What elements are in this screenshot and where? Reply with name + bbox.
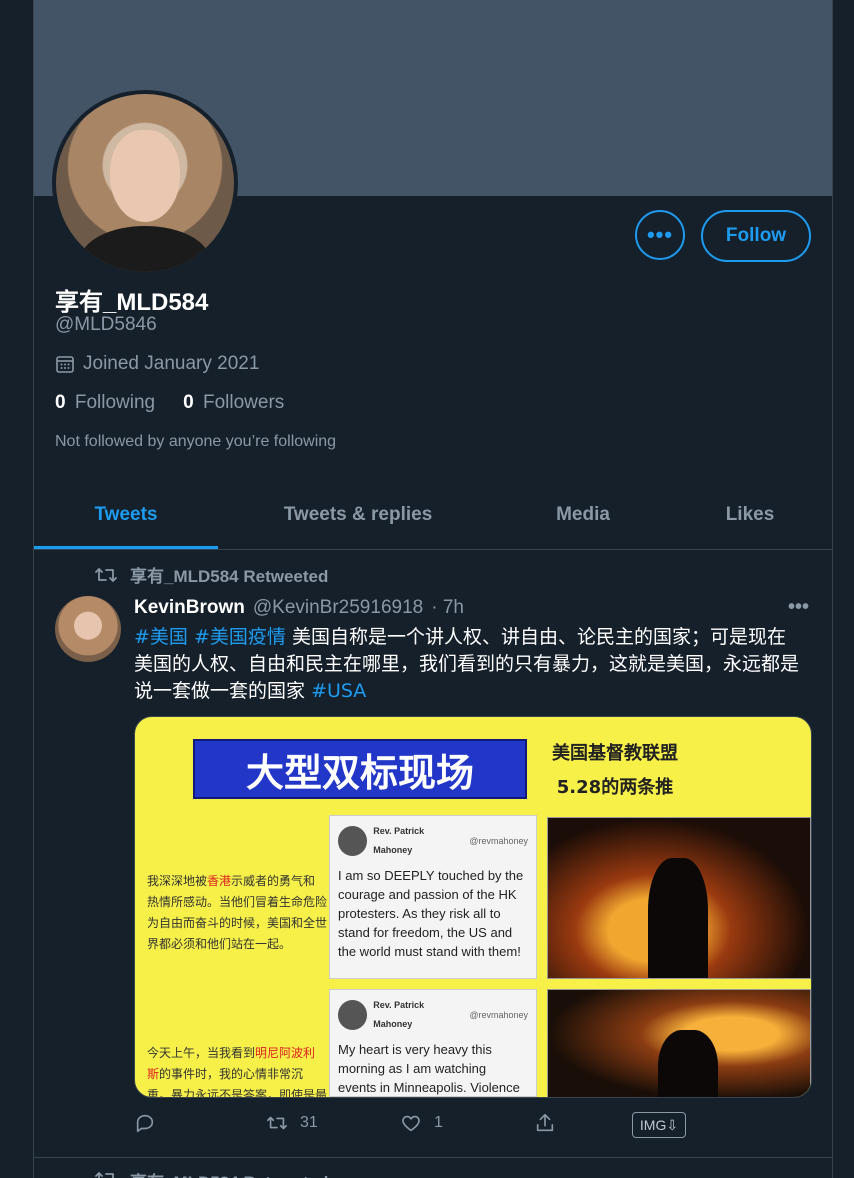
like-button[interactable]: 1 xyxy=(400,1112,443,1134)
profile-column: ••• Follow 享有_MLD584 @MLD5846 Joined Jan… xyxy=(33,0,833,1178)
following-count: 0 xyxy=(55,392,66,413)
retweet-context-text: 享有_MLD584 Retweeted xyxy=(130,567,329,586)
media-photo-silhouette xyxy=(658,1030,718,1097)
media-text-highlight: 香港 xyxy=(207,874,232,888)
profile-handle: @MLD5846 xyxy=(55,314,157,335)
followers-count: 0 xyxy=(183,392,194,413)
tab-tweets-replies[interactable]: Tweets & replies xyxy=(218,480,498,549)
media-quoted-text: My heart is very heavy this morning as I… xyxy=(338,1042,520,1095)
download-image-button[interactable]: IMG⇩ xyxy=(632,1112,686,1138)
profile-display-name: 享有_MLD584 xyxy=(55,289,209,316)
media-left-text: 今天上午，当我看到明尼阿波利斯的事件时，我的心情非常沉重。暴力永远不是答案，即使… xyxy=(147,1043,328,1098)
hashtag-link[interactable]: #美国 xyxy=(134,626,188,648)
profile-avatar-image xyxy=(56,94,234,272)
media-left-text: 我深深地被香港示威者的勇气和热情所感动。当他们冒着生命危险为自由而奋斗的时候，美… xyxy=(147,871,327,955)
retweet-button[interactable]: 31 xyxy=(266,1112,318,1134)
media-photo-fire xyxy=(547,989,811,1097)
reply-button[interactable] xyxy=(134,1112,156,1134)
media-quoted-handle: @revmahoney xyxy=(469,1009,528,1020)
profile-tabs: Tweets Tweets & replies Media Likes xyxy=(34,480,832,550)
media-quoted-handle: @revmahoney xyxy=(469,835,528,846)
tweet-author-avatar[interactable] xyxy=(55,596,121,662)
media-heading: 美国基督教联盟 5.28的两条推 xyxy=(550,737,680,805)
tweet-time[interactable]: · 7h xyxy=(431,597,464,619)
next-retweet-text: 享有_MLD584 Retweeted xyxy=(130,1168,328,1178)
heart-icon xyxy=(402,1115,420,1132)
tweet-author-handle[interactable]: @KevinBr25916918 xyxy=(253,597,423,619)
avatar-shoulders xyxy=(80,226,210,272)
media-banner-title: 大型双标现场 xyxy=(193,739,527,799)
follow-button[interactable]: Follow xyxy=(701,210,811,262)
tweet-media-image[interactable]: 大型双标现场 美国基督教联盟 5.28的两条推 我深深地被香港示威者的勇气和热情… xyxy=(134,716,812,1098)
tweet-divider xyxy=(34,1157,832,1158)
followers-link[interactable]: 0 Followers xyxy=(183,392,284,414)
avatar-face xyxy=(110,130,180,222)
reply-icon xyxy=(136,1114,154,1133)
joined-text: Joined January 2021 xyxy=(83,353,260,374)
active-tab-indicator xyxy=(34,546,218,549)
media-quoted-tweet: Rev. Patrick Mahoney @revmahoney I am so… xyxy=(329,815,537,979)
tab-likes[interactable]: Likes xyxy=(668,480,832,549)
media-quoted-name: Rev. Patrick Mahoney xyxy=(373,1000,425,1029)
retweet-context[interactable]: 享有_MLD584 Retweeted xyxy=(94,562,328,587)
media-quoted-name: Rev. Patrick Mahoney xyxy=(373,826,425,855)
media-quoted-tweet: Rev. Patrick Mahoney @revmahoney My hear… xyxy=(329,989,537,1097)
follow-stats: 0 Following 0 Followers xyxy=(55,392,284,414)
media-text: 的事件时，我的心情非常沉重。暴力永远不是答案，即使是最可怕的 xyxy=(147,1067,328,1098)
hashtag-link[interactable]: #USA xyxy=(311,680,366,702)
calendar-icon xyxy=(56,356,74,373)
more-options-button[interactable]: ••• xyxy=(635,210,685,260)
media-heading-line: 5.28的两条推 xyxy=(556,777,674,798)
share-icon xyxy=(536,1113,554,1132)
retweet-icon xyxy=(267,1116,287,1130)
share-button[interactable] xyxy=(534,1112,556,1134)
joined-date: Joined January 2021 xyxy=(55,353,259,375)
like-count: 1 xyxy=(434,1114,443,1131)
media-heading-line: 美国基督教联盟 xyxy=(552,743,678,764)
media-text: 今天上午，当我看到 xyxy=(147,1046,256,1060)
hashtag-link[interactable]: #美国疫情 xyxy=(194,626,286,648)
followers-label: Followers xyxy=(202,392,285,413)
profile-avatar[interactable] xyxy=(52,90,238,276)
following-link[interactable]: 0 Following xyxy=(55,392,155,414)
tweet-text: #美国 #美国疫情 美国自称是一个讲人权、讲自由、论民主的国家；可是现在美国的人… xyxy=(134,624,804,705)
media-quoted-text: I am so DEEPLY touched by the courage an… xyxy=(338,868,524,959)
tweet-more-button[interactable]: ••• xyxy=(788,596,809,619)
tweet-actions: 31 1 IMG⇩ xyxy=(134,1112,794,1142)
media-quoted-author: Rev. Patrick Mahoney @revmahoney xyxy=(338,822,528,860)
retweet-icon xyxy=(95,1172,114,1178)
media-photo-silhouette xyxy=(648,858,708,978)
following-label: Following xyxy=(74,392,156,413)
retweet-count: 31 xyxy=(300,1114,318,1131)
media-quoted-author: Rev. Patrick Mahoney @revmahoney xyxy=(338,996,528,1034)
media-quoted-avatar xyxy=(338,826,368,856)
media-text: 我深深地被 xyxy=(147,874,208,888)
tab-media[interactable]: Media xyxy=(498,480,668,549)
tweet-author-name[interactable]: KevinBrown xyxy=(134,597,245,619)
tweet-header: KevinBrown @KevinBr25916918 · 7h xyxy=(134,597,464,619)
tab-tweets[interactable]: Tweets xyxy=(34,480,218,549)
media-quoted-avatar xyxy=(338,1000,368,1030)
next-retweet-context[interactable]: 享有_MLD584 Retweeted xyxy=(94,1168,328,1178)
media-photo-fire xyxy=(547,817,811,979)
not-followed-note: Not followed by anyone you’re following xyxy=(55,433,337,450)
retweet-icon xyxy=(95,567,117,582)
